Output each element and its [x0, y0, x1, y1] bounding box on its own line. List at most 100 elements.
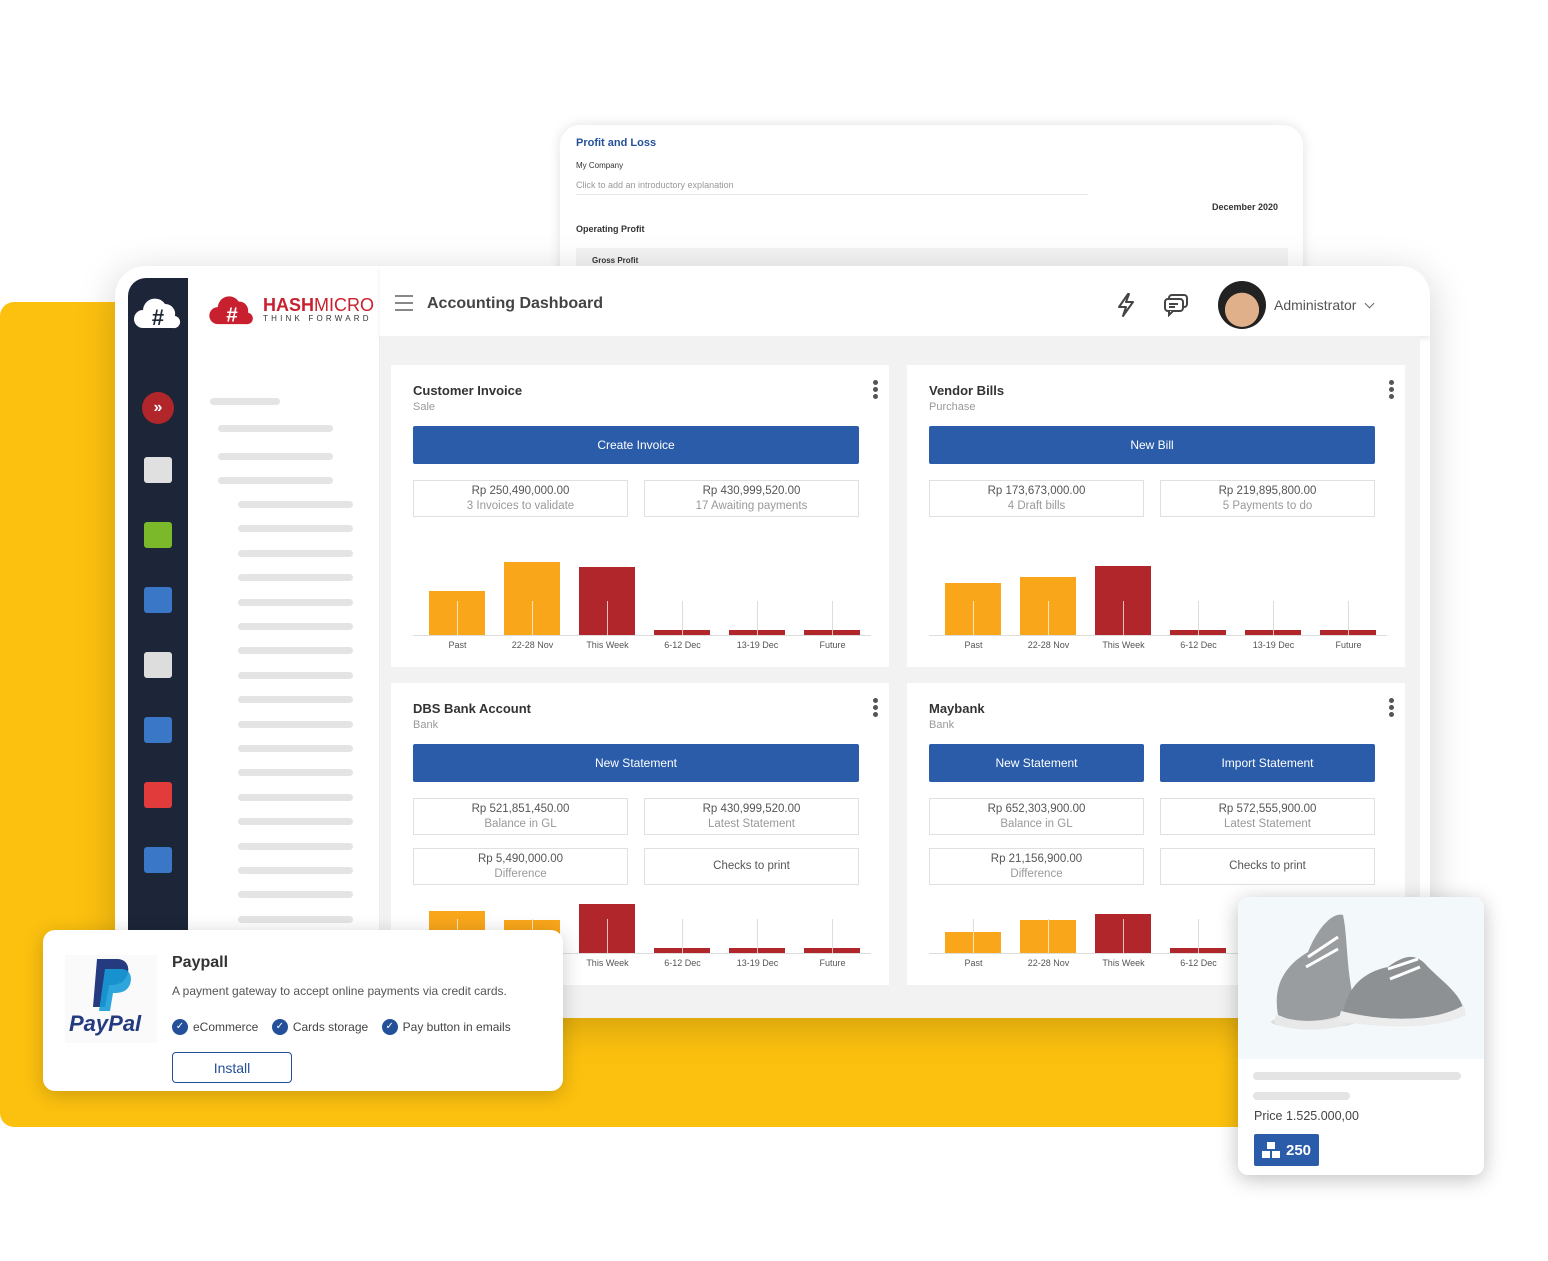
chart-baseline [413, 635, 871, 636]
stat-box[interactable]: Rp 250,490,000.00 3 Invoices to validate [413, 480, 628, 517]
card-title: Customer Invoice [413, 383, 523, 398]
feature-list: ✓ eCommerce ✓ Cards storage ✓ Pay button in… [172, 1016, 520, 1035]
bar-divider [1273, 630, 1274, 635]
kebab-menu-icon[interactable] [873, 698, 879, 718]
skeleton-line [238, 525, 353, 533]
paypal-logo: PayPal [65, 955, 157, 1043]
stat-box[interactable]: Rp 5,490,000.00 Difference [413, 848, 628, 885]
card-title: DBS Bank Account [413, 701, 531, 716]
stat-label: 17 Awaiting payments [695, 499, 808, 512]
stat-box[interactable]: Rp 652,303,900.00 Balance in GL [929, 798, 1144, 835]
brand-logo[interactable]: # HASHMICRO THINK FORWARD [207, 292, 374, 326]
bar-divider [973, 932, 974, 953]
install-button[interactable]: Install [172, 1052, 292, 1083]
dot [873, 394, 878, 399]
import-statement-button[interactable]: Import Statement [1160, 744, 1375, 782]
x-tick-label: 6-12 Dec [1180, 958, 1217, 968]
stat-value: Checks to print [1229, 860, 1306, 872]
stat-label: Difference [1010, 867, 1063, 880]
skeleton-line [238, 549, 353, 557]
app-title: Paypall [172, 954, 229, 971]
dot [873, 380, 878, 385]
bar-divider [607, 919, 608, 953]
skeleton-line [238, 745, 353, 752]
stat-box[interactable]: Rp 572,555,900.00 Latest Statement [1160, 798, 1375, 835]
x-tick-label: 13-19 Dec [1252, 640, 1295, 650]
stat-label: Balance in GL [484, 817, 557, 830]
bar-chart-icon[interactable] [144, 522, 172, 548]
stat-value: Rp 652,303,900.00 [987, 802, 1086, 815]
brand-name-bold: HASH [263, 294, 315, 315]
new-bill-button[interactable]: New Bill [929, 426, 1375, 464]
stat-value: Rp 521,851,450.00 [471, 802, 570, 815]
page-title: Accounting Dashboard [427, 295, 604, 312]
printer-icon[interactable] [144, 652, 172, 678]
avatar[interactable] [1218, 281, 1266, 329]
app-description: A payment gateway to accept online payme… [172, 984, 507, 998]
stat-box[interactable]: Rp 521,851,450.00 Balance in GL [413, 798, 628, 835]
product-card[interactable]: Price 1.525.000,00 250 [1238, 897, 1484, 1175]
kebab-menu-icon[interactable] [1389, 380, 1395, 400]
user-name: Administrator [1274, 297, 1357, 313]
dashboard-card: Vendor Bills Purchase New Bill Rp 173,673,0… [907, 365, 1405, 667]
stat-box[interactable]: Checks to print [1160, 848, 1375, 885]
dot [1389, 698, 1394, 703]
new-statement-button[interactable]: New Statement [413, 744, 859, 782]
stat-label: Latest Statement [1224, 817, 1311, 830]
intro-input[interactable]: Click to add an introductory explanation [576, 180, 1088, 195]
chat-icon[interactable] [1163, 293, 1189, 317]
lightning-icon[interactable] [1115, 292, 1137, 318]
cart-icon[interactable] [144, 782, 172, 808]
stat-box[interactable]: Rp 430,999,520.00 17 Awaiting payments [644, 480, 859, 517]
hamburger-icon[interactable] [395, 295, 413, 311]
kebab-menu-icon[interactable] [1389, 698, 1395, 718]
skeleton-line [238, 842, 353, 850]
report-period: December 2020 [1211, 202, 1278, 212]
stat-label: 3 Invoices to validate [466, 499, 575, 512]
calendar-icon[interactable] [144, 457, 172, 483]
chevron-down-icon [1364, 298, 1375, 309]
skeleton-line [238, 598, 353, 606]
stat-box[interactable]: Rp 21,156,900.00 Difference [929, 848, 1144, 885]
bar-divider [832, 630, 833, 635]
x-tick-label: 22-28 Nov [511, 640, 554, 650]
cloud-logo-icon: # [134, 298, 181, 330]
skeleton-line [218, 425, 333, 432]
stat-value: Rp 250,490,000.00 [471, 484, 570, 497]
x-tick-label: Future [819, 640, 846, 650]
feature-item: ✓ eCommerce [172, 1018, 258, 1035]
bar-divider [1123, 601, 1124, 635]
stat-box[interactable]: Rp 219,895,800.00 5 Payments to do [1160, 480, 1375, 517]
kebab-menu-icon[interactable] [873, 380, 879, 400]
skeleton-line [238, 671, 353, 679]
x-tick-label: Future [819, 958, 846, 968]
bar-divider [1048, 601, 1049, 635]
dot [1389, 380, 1394, 385]
stock-count: 250 [1286, 1141, 1312, 1159]
feature-label: Pay button in emails [402, 1019, 511, 1034]
stat-box[interactable]: Rp 173,673,000.00 4 Draft bills [929, 480, 1144, 517]
expand-icon[interactable]: » [142, 392, 174, 424]
bar-divider [607, 601, 608, 635]
computer-icon[interactable] [144, 717, 172, 743]
svg-text:#: # [152, 305, 164, 330]
support-icon[interactable] [144, 847, 172, 873]
chart-baseline [929, 635, 1387, 636]
user-menu[interactable]: Administrator [1274, 297, 1375, 313]
bar-divider [1123, 919, 1124, 953]
sneakers-image [1238, 897, 1484, 1059]
employee-icon[interactable] [144, 587, 172, 613]
x-tick-label: This Week [586, 958, 629, 968]
stat-box[interactable]: Rp 430,999,520.00 Latest Statement [644, 798, 859, 835]
stat-label: 4 Draft bills [1007, 499, 1066, 512]
check-circle-icon: ✓ [381, 1018, 398, 1035]
skeleton-line [238, 769, 353, 777]
new-statement-button[interactable]: New Statement [929, 744, 1144, 782]
skeleton-line [238, 867, 353, 874]
stat-box[interactable]: Checks to print [644, 848, 859, 885]
create-invoice-button[interactable]: Create Invoice [413, 426, 859, 464]
x-tick-label: 6-12 Dec [664, 958, 701, 968]
bar-divider [682, 630, 683, 635]
stat-label: 5 Payments to do [1222, 499, 1313, 512]
skeleton-line [238, 915, 353, 923]
